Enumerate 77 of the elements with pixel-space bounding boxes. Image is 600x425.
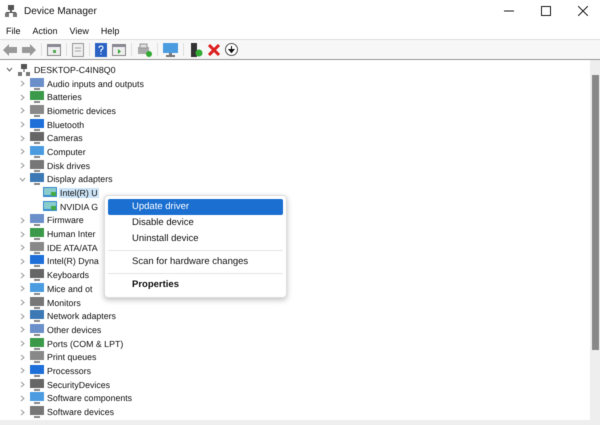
tree-item[interactable]: NVIDIA G bbox=[59, 202, 100, 212]
maximize-icon[interactable] bbox=[541, 6, 551, 16]
window-icon[interactable] bbox=[112, 44, 126, 56]
device-icon bbox=[30, 392, 44, 404]
tree-item[interactable]: Print queues bbox=[46, 352, 98, 362]
menu-item[interactable]: Properties bbox=[108, 277, 283, 293]
menu-item[interactable]: Update driver bbox=[108, 199, 283, 215]
device-icon bbox=[30, 406, 44, 418]
device-icon bbox=[30, 282, 44, 295]
tree-item[interactable]: Batteries bbox=[46, 92, 83, 102]
tree-item[interactable]: Cameras bbox=[46, 133, 84, 144]
device-icon bbox=[30, 364, 44, 377]
tree-item[interactable]: Disk drives bbox=[46, 160, 92, 171]
tree-item[interactable]: Other devices bbox=[46, 324, 102, 335]
menu-item[interactable]: File bbox=[5, 26, 22, 36]
printer-icon[interactable] bbox=[137, 42, 152, 56]
computer-icon bbox=[17, 64, 31, 76]
tree-item[interactable]: Computer bbox=[46, 146, 87, 157]
tree-item[interactable]: DESKTOP-C4IN8Q0 bbox=[33, 64, 116, 75]
delete-icon[interactable] bbox=[208, 44, 220, 56]
tree-item[interactable]: Mice and ot bbox=[46, 284, 94, 294]
scrollbar-thumb[interactable] bbox=[592, 75, 599, 350]
device-icon bbox=[30, 228, 44, 240]
tree-item[interactable]: Audio inputs and outputs bbox=[46, 78, 145, 89]
tree-item[interactable]: Processors bbox=[46, 366, 92, 376]
display-adapter-icon bbox=[43, 200, 57, 213]
device-icon bbox=[30, 173, 44, 186]
back-arrow-icon[interactable] bbox=[3, 44, 17, 56]
tree-item[interactable]: Network adapters bbox=[46, 311, 117, 322]
forward-arrow-icon[interactable] bbox=[22, 44, 36, 56]
tree-item[interactable]: Bluetooth bbox=[46, 120, 86, 130]
tree-item[interactable]: Human Inter bbox=[46, 229, 96, 240]
display-adapter-icon bbox=[43, 187, 57, 200]
download-icon[interactable] bbox=[225, 43, 238, 56]
device-icon bbox=[30, 242, 44, 254]
device-icon bbox=[30, 338, 44, 350]
device-icon bbox=[30, 146, 44, 158]
device-icon bbox=[30, 255, 44, 268]
device-icon bbox=[30, 269, 44, 282]
device-icon bbox=[30, 118, 44, 131]
device-icon bbox=[30, 296, 44, 309]
device-icon bbox=[30, 351, 44, 364]
device-icon bbox=[30, 324, 44, 336]
window-title: Device Manager bbox=[24, 6, 97, 16]
menu-item[interactable]: Disable device bbox=[108, 215, 283, 231]
menu-item[interactable]: Action bbox=[32, 26, 59, 36]
window-icon[interactable] bbox=[47, 44, 61, 56]
menu-item[interactable]: Help bbox=[100, 26, 120, 36]
device-manager-icon bbox=[4, 4, 18, 18]
tree-item[interactable]: Monitors bbox=[46, 298, 82, 308]
device-icon bbox=[30, 78, 44, 90]
tree-item[interactable]: IDE ATA/ATA bbox=[46, 242, 99, 253]
menu-item[interactable]: Uninstall device bbox=[108, 231, 283, 247]
device-add-icon[interactable] bbox=[189, 42, 203, 56]
menu-item[interactable]: View bbox=[68, 26, 90, 36]
document-icon[interactable] bbox=[72, 42, 84, 56]
device-icon bbox=[30, 160, 44, 172]
tree-item[interactable]: Display adapters bbox=[46, 174, 114, 184]
device-icon bbox=[30, 91, 44, 104]
device-icon bbox=[30, 214, 44, 226]
tree-item[interactable]: SecurityDevices bbox=[46, 380, 112, 390]
device-icon bbox=[30, 378, 44, 391]
device-icon bbox=[30, 104, 44, 117]
menu-item[interactable]: Scan for hardware changes bbox=[108, 254, 283, 270]
tree-item[interactable]: Firmware bbox=[46, 215, 85, 226]
tree-item[interactable]: Software devices bbox=[46, 407, 115, 418]
tree-item[interactable]: Ports (COM & LPT) bbox=[46, 338, 124, 349]
device-icon bbox=[30, 310, 44, 322]
close-icon[interactable] bbox=[578, 6, 588, 16]
device-icon bbox=[30, 132, 44, 144]
tree-item[interactable]: Keyboards bbox=[46, 270, 90, 280]
monitor-icon[interactable] bbox=[163, 42, 178, 56]
tree-item[interactable]: Biometric devices bbox=[46, 106, 117, 116]
tree-item[interactable]: Intel(R) U bbox=[59, 188, 99, 198]
tree-item[interactable]: Software components bbox=[46, 393, 134, 404]
help-icon[interactable] bbox=[95, 42, 107, 56]
tree-item[interactable]: Intel(R) Dyna bbox=[46, 256, 100, 266]
